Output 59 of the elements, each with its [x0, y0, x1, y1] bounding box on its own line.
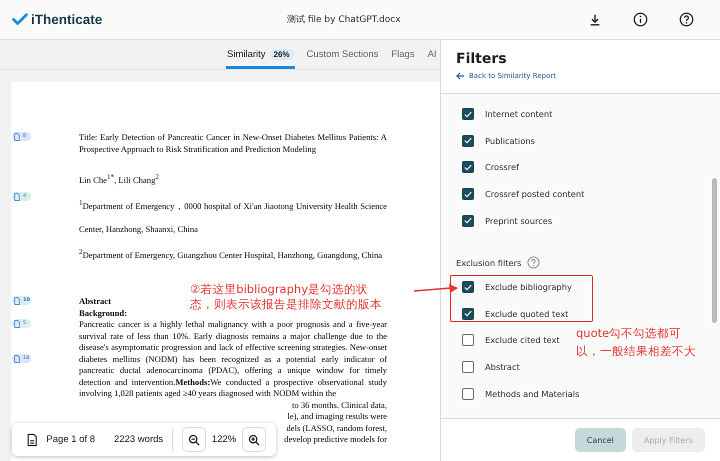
- logo-text: iThenticate: [31, 12, 102, 27]
- page-indicator: Page 1 of 8: [46, 434, 96, 445]
- document-icon: [27, 432, 38, 446]
- checkmark-logo-icon: [12, 13, 28, 26]
- tab[interactable]: Similarity 26%: [226, 40, 295, 69]
- zoom-in-button[interactable]: [242, 427, 266, 452]
- scrollbar[interactable]: [712, 178, 717, 323]
- check-icon: [464, 284, 472, 291]
- document-icon: [14, 132, 20, 140]
- annotation-arrow: [413, 283, 459, 295]
- filter-checkbox[interactable]: Exclude quoted text: [462, 308, 568, 320]
- document-text: dels (LASSO, random forest,: [286, 422, 387, 434]
- check-icon: [464, 190, 472, 198]
- document-icon: [14, 320, 20, 328]
- info-icon[interactable]: [633, 12, 648, 27]
- check-icon: [464, 110, 472, 118]
- document-icon: [14, 192, 20, 201]
- help-icon[interactable]: [679, 12, 694, 27]
- tab[interactable]: Custom Sections: [306, 40, 380, 69]
- annotation-note: ②若这里bibliography是勾选的状态，则表示该报告是排除文献的版本: [190, 282, 383, 312]
- section-heading: Exclusion filters: [456, 258, 522, 268]
- filter-checkbox[interactable]: Crossref: [462, 161, 519, 174]
- tab[interactable]: AI: [426, 40, 438, 69]
- percentage-badge: 26%: [270, 49, 294, 60]
- filter-checkbox[interactable]: Exclude cited text: [462, 334, 560, 346]
- zoom-out-button[interactable]: [182, 427, 206, 452]
- document-text: Title: Early Detection of Pancreatic Cancer in New-Onset Diabetes Mellitus Patients: A Prospective Approach to Risk Stratification and Prediction Modeling: [79, 132, 387, 155]
- word-count: 2223 words: [114, 434, 164, 445]
- annotation-note: quote勾不勾选都可以，一般结果相差不大: [576, 325, 697, 360]
- check-icon: [464, 164, 472, 171]
- document-text: Background:: [79, 308, 128, 320]
- filter-button[interactable]: Cancel: [574, 428, 626, 452]
- tab[interactable]: Flags: [390, 40, 416, 69]
- zoom-out-icon: [188, 434, 200, 446]
- document-text: develop predictive models for: [284, 434, 387, 446]
- filter-checkbox[interactable]: Internet content: [462, 108, 552, 120]
- document-text: to 36 months. Clinical data,: [292, 400, 387, 412]
- document-text: le), and imaging results were: [287, 411, 387, 423]
- zoom-level: 122%: [212, 434, 236, 445]
- document-text: Abstract: [79, 296, 111, 308]
- filter-checkbox[interactable]: Publications: [462, 134, 535, 147]
- document-text: Lin Che$^{1*}$, Lili Chang$^{2}$: [79, 172, 159, 186]
- filter-checkbox[interactable]: Exclude bibliography: [462, 281, 572, 294]
- panel-title: Filters: [456, 50, 507, 69]
- filter-checkbox[interactable]: Crossref posted content: [462, 188, 584, 200]
- document-text: $^{1}$Department of Emergency，0000 hospital of Xi'an Jiaotong University Health Science Center, Hanzhong, Shaanxi, China: [79, 198, 387, 236]
- filter-checkbox[interactable]: Abstract: [462, 361, 520, 374]
- zoom-in-icon: [248, 434, 260, 446]
- download-icon[interactable]: [588, 12, 602, 26]
- filter-checkbox[interactable]: Preprint sources: [462, 214, 552, 227]
- filter-checkbox[interactable]: Methods and Materials: [462, 388, 580, 400]
- arrow-left-icon: [456, 72, 465, 80]
- file-title: 测试 file by ChatGPT.docx: [287, 14, 401, 26]
- check-icon: [464, 310, 472, 318]
- document-icon: [14, 296, 20, 305]
- document-text: $^{2}$Department of Emergency, Guangzhou Center Hospital, Hanzhong, Guangdong, China: [79, 247, 384, 262]
- check-icon: [464, 217, 472, 224]
- document-icon: [14, 354, 20, 363]
- check-icon: [464, 137, 472, 144]
